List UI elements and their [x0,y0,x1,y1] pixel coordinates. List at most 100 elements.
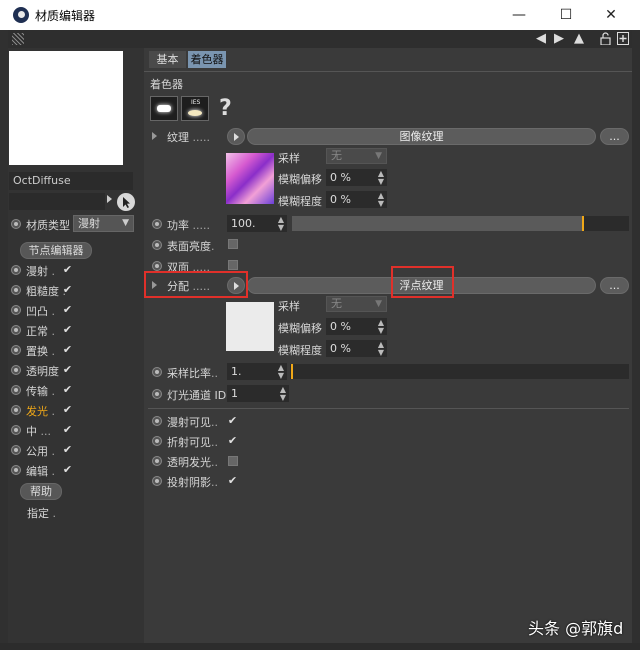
sample-rate-slider-handle[interactable] [291,364,293,379]
channel-label[interactable]: 中 ... [26,423,51,439]
distribution-blur-scale-field[interactable]: 0 % ▲ ▼ [326,340,387,357]
tab-shader[interactable]: 着色器 [188,51,226,68]
channel-checkbox[interactable]: ✔ [62,264,73,275]
channel-label[interactable]: 传输 . [26,383,55,399]
help-button[interactable]: 帮助 [20,483,62,500]
channel-checkbox[interactable]: ✔ [62,444,73,455]
texture-expand-icon[interactable] [152,132,157,140]
visibility-checkbox[interactable]: ✔ [227,435,238,446]
spinner-icon[interactable]: ▲ ▼ [278,364,284,380]
channel-radio[interactable] [11,425,21,435]
channel-checkbox[interactable]: ✔ [62,304,73,315]
channel-radio[interactable] [11,265,21,275]
distribution-blur-offset-field[interactable]: 0 % ▲ ▼ [326,318,387,335]
spinner-icon[interactable]: ▲ ▼ [378,192,384,208]
light-pass-radio[interactable] [152,389,162,399]
double-sided-checkbox[interactable] [228,260,238,270]
new-window-icon[interactable] [617,32,629,45]
channel-checkbox[interactable]: ✔ [62,284,73,295]
channel-checkbox[interactable]: ✔ [62,344,73,355]
channel-radio[interactable] [11,345,21,355]
channel-radio[interactable] [11,445,21,455]
visibility-radio[interactable] [152,416,162,426]
channel-radio[interactable] [11,465,21,475]
power-slider[interactable] [292,216,629,231]
channel-radio[interactable] [11,305,21,315]
expand-arrow-icon[interactable] [107,195,112,203]
light-pass-field[interactable]: 1 ▲ ▼ [227,385,289,402]
channel-label[interactable]: 正常 . [26,323,55,339]
channel-checkbox[interactable]: ✔ [62,384,73,395]
sample-rate-slider[interactable] [290,364,629,379]
channel-radio[interactable] [11,365,21,375]
channel-label[interactable]: 编辑 . [26,463,55,479]
tab-basic[interactable]: 基本 [149,51,186,68]
ies-light-icon[interactable]: IES [181,96,209,121]
visibility-checkbox[interactable] [228,456,238,466]
channel-label[interactable]: 透明度 [26,363,59,379]
texture-menu-button[interactable] [227,128,245,145]
channel-checkbox[interactable]: ✔ [62,324,73,335]
channel-radio[interactable] [11,405,21,415]
channel-label[interactable]: 发光 . [26,403,55,419]
distribution-sample-dropdown[interactable]: 无 ▼ [326,296,387,312]
image-texture-button[interactable]: 图像纹理 [247,128,596,145]
surface-brightness-checkbox[interactable] [228,239,238,249]
distribution-thumbnail[interactable] [226,302,274,351]
spinner-icon[interactable]: ▲ ▼ [280,386,286,402]
assign-label[interactable]: 指定 . [27,505,56,521]
channel-label[interactable]: 公用 . [26,443,55,459]
distribution-more-button[interactable]: ... [600,277,629,294]
channel-label[interactable]: 凹凸 . [26,303,55,319]
channel-radio[interactable] [11,325,21,335]
visibility-checkbox[interactable]: ✔ [227,475,238,486]
lock-icon[interactable] [600,32,611,46]
material-name[interactable]: OctDiffuse [9,172,133,190]
channel-label[interactable]: 粗糙度 . [26,283,66,299]
texture-sample-dropdown[interactable]: 无 ▼ [326,148,387,164]
texture-blur-scale-field[interactable]: 0 % ▲ ▼ [326,191,387,208]
channel-radio[interactable] [11,285,21,295]
material-name-field[interactable] [9,193,105,210]
light-emission-icon[interactable] [150,96,178,121]
channel-label[interactable]: 漫射 . [26,263,55,279]
channel-label[interactable]: 置换 . [26,343,55,359]
surface-brightness-radio[interactable] [152,240,162,250]
sample-rate-radio[interactable] [152,367,162,377]
back-arrow-icon[interactable]: ◀ [536,31,546,46]
power-radio[interactable] [152,219,162,229]
visibility-radio[interactable] [152,476,162,486]
texture-blur-offset-field[interactable]: 0 % ▲ ▼ [326,169,387,186]
texture-thumbnail[interactable] [226,153,274,204]
channel-checkbox[interactable]: ✔ [62,464,73,475]
grip-icon[interactable] [12,33,24,45]
channel-radio[interactable] [11,385,21,395]
minimize-button[interactable]: — [496,0,542,30]
visibility-checkbox[interactable]: ✔ [227,415,238,426]
spinner-icon[interactable]: ▲ ▼ [378,319,384,335]
texture-more-button[interactable]: ... [600,128,629,145]
double-sided-radio[interactable] [152,261,162,271]
visibility-label-text: 透明发光 [167,456,211,469]
node-editor-button[interactable]: 节点编辑器 [20,242,92,259]
sample-rate-field[interactable]: 1. ▲ ▼ [227,363,287,380]
channel-checkbox[interactable]: ✔ [62,404,73,415]
spinner-icon[interactable]: ▲ ▼ [378,170,384,186]
channel-checkbox[interactable]: ✔ [62,364,73,375]
material-type-radio[interactable] [11,219,21,229]
power-field[interactable]: 100. ▲ ▼ [227,215,287,232]
up-arrow-icon[interactable]: ▲ [574,31,584,46]
visibility-radio[interactable] [152,456,162,466]
maximize-button[interactable]: ☐ [543,0,589,30]
close-button[interactable]: ✕ [588,0,634,30]
spinner-icon[interactable]: ▲ ▼ [278,216,284,232]
visibility-radio[interactable] [152,436,162,446]
pointer-icon[interactable] [117,193,135,211]
material-type-dropdown[interactable]: 漫射 ▼ [73,215,134,232]
channel-checkbox[interactable]: ✔ [62,424,73,435]
material-preview[interactable] [9,51,123,165]
spinner-icon[interactable]: ▲ ▼ [378,341,384,357]
power-slider-handle[interactable] [582,216,584,231]
forward-arrow-icon[interactable]: ▶ [554,31,564,46]
help-question-icon[interactable]: ? [219,96,232,121]
